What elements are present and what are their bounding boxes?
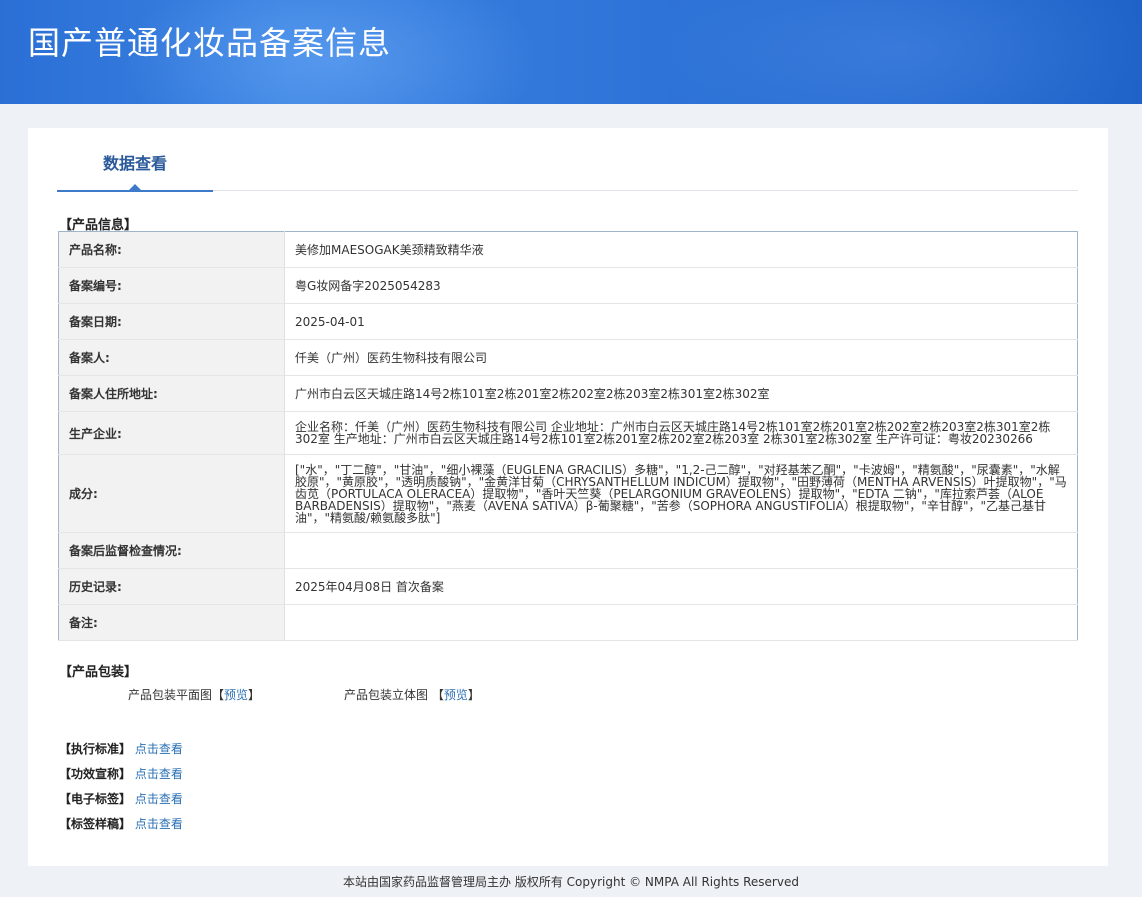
label-sample-label: 【标签样稿】 <box>59 817 132 831</box>
table-row: 历史记录: 2025年04月08日 首次备案 <box>58 568 1078 605</box>
label-sample-view-link[interactable]: 点击查看 <box>135 817 183 831</box>
label-sample-row: 【标签样稿】 点击查看 <box>59 815 183 832</box>
package-3d-label: 产品包装立体图 <box>344 688 429 702</box>
row-value <box>284 604 1078 641</box>
bracket-close: 】 <box>467 688 480 702</box>
row-label: 备案编号: <box>58 267 285 304</box>
table-row: 备案人: 仟美（广州）医药生物科技有限公司 <box>58 339 1078 376</box>
row-value: 2025-04-01 <box>284 303 1078 340</box>
bracket-open: 【 <box>212 688 225 702</box>
table-row: 产品名称: 美修加MAESOGAK美颈精致精华液 <box>58 231 1078 268</box>
efficacy-claim-row: 【功效宣称】 点击查看 <box>59 765 183 782</box>
row-label: 备注: <box>58 604 285 641</box>
row-value: ["水"，"丁二醇"，"甘油"，"细小裸藻（EUGLENA GRACILIS）多… <box>284 454 1078 533</box>
tab-bar: 数据查看 <box>57 128 1078 192</box>
header-banner: 国产普通化妆品备案信息 <box>0 0 1142 104</box>
footer: 本站由国家药品监督管理局主办 版权所有 Copyright © NMPA All… <box>343 875 799 889</box>
row-value: 仟美（广州）医药生物科技有限公司 <box>284 339 1078 376</box>
efficacy-claim-view-link[interactable]: 点击查看 <box>135 767 183 781</box>
page-title: 国产普通化妆品备案信息 <box>28 24 392 62</box>
package-3d-preview-link[interactable]: 预览 <box>444 688 468 702</box>
table-row: 成分: ["水"，"丁二醇"，"甘油"，"细小裸藻（EUGLENA GRACIL… <box>58 454 1078 533</box>
row-value: 美修加MAESOGAK美颈精致精华液 <box>284 231 1078 268</box>
table-row: 备案日期: 2025-04-01 <box>58 303 1078 340</box>
table-row: 生产企业: 企业名称：仟美（广州）医药生物科技有限公司 企业地址：广州市白云区天… <box>58 411 1078 455</box>
standard-row: 【执行标准】 点击查看 <box>59 740 183 757</box>
table-row: 备案后监督检查情况: <box>58 532 1078 569</box>
tab-label: 数据查看 <box>102 154 167 173</box>
banner-glow-secondary <box>650 0 1142 104</box>
standard-label: 【执行标准】 <box>59 742 132 756</box>
standard-view-link[interactable]: 点击查看 <box>135 742 183 756</box>
row-value: 企业名称：仟美（广州）医药生物科技有限公司 企业地址：广州市白云区天城庄路14号… <box>284 411 1078 455</box>
row-label: 历史记录: <box>58 568 285 605</box>
row-value: 广州市白云区天城庄路14号2栋101室2栋201室2栋202室2栋203室2栋3… <box>284 375 1078 412</box>
bracket-open: 【 <box>431 688 444 702</box>
package-flat-label: 产品包装平面图 <box>128 688 213 702</box>
row-value: 粤G妆网备字2025054283 <box>284 267 1078 304</box>
package-flat-preview-link[interactable]: 预览 <box>224 688 248 702</box>
packaging-section-title: 【产品包装】 <box>59 665 138 680</box>
e-label-label: 【电子标签】 <box>59 792 132 806</box>
row-label: 生产企业: <box>58 411 285 455</box>
row-value: 2025年04月08日 首次备案 <box>284 568 1078 605</box>
row-value <box>284 532 1078 569</box>
row-label: 备案后监督检查情况: <box>58 532 285 569</box>
row-label: 成分: <box>58 454 285 533</box>
tab-data-view[interactable]: 数据查看 <box>57 128 213 192</box>
package-3d-view: 产品包装立体图 【预览】 <box>344 686 480 703</box>
table-row: 备注: <box>58 604 1078 641</box>
product-info-table: 产品名称: 美修加MAESOGAK美颈精致精华液 备案编号: 粤G妆网备字202… <box>58 231 1078 641</box>
e-label-view-link[interactable]: 点击查看 <box>135 792 183 806</box>
package-flat-view: 产品包装平面图【预览】 <box>128 686 260 703</box>
table-row: 备案编号: 粤G妆网备字2025054283 <box>58 267 1078 304</box>
tab-active-caret-icon <box>129 184 141 190</box>
row-label: 备案人住所地址: <box>58 375 285 412</box>
row-label: 备案日期: <box>58 303 285 340</box>
table-row: 备案人住所地址: 广州市白云区天城庄路14号2栋101室2栋201室2栋202室… <box>58 375 1078 412</box>
row-label: 产品名称: <box>58 231 285 268</box>
bracket-close: 】 <box>248 688 261 702</box>
content-card: 数据查看 【产品信息】 产品名称: 美修加MAESOGAK美颈精致精华液 备案编… <box>28 128 1108 866</box>
row-label: 备案人: <box>58 339 285 376</box>
e-label-row: 【电子标签】 点击查看 <box>59 790 183 807</box>
efficacy-claim-label: 【功效宣称】 <box>59 767 132 781</box>
